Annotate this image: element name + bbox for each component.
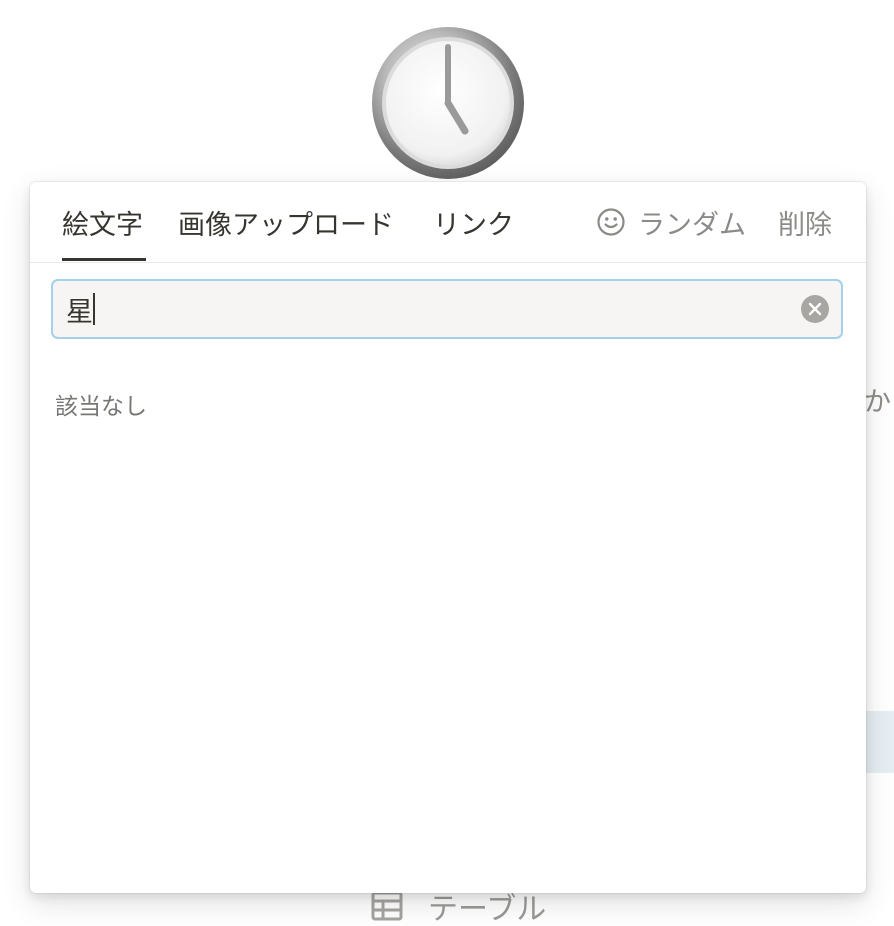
clock-icon[interactable] [370, 25, 526, 181]
background-partial-text: か [864, 387, 891, 418]
tab-emoji-label: 絵文字 [62, 209, 143, 241]
tab-upload-label: 画像アップロード [178, 209, 394, 241]
random-label: ランダム [638, 209, 746, 241]
smile-icon [596, 207, 626, 237]
tab-bar: 絵文字 画像アップロード リンク ランダム 削除 [30, 182, 866, 263]
tab-upload-image[interactable]: 画像アップロード [178, 182, 394, 262]
no-results-message: 該当なし [55, 394, 147, 420]
table-icon [370, 889, 404, 923]
emoji-search-box [53, 281, 841, 337]
tab-link[interactable]: リンク [433, 182, 514, 262]
icon-picker-popover: 絵文字 画像アップロード リンク ランダム 削除 星 該当なし [30, 182, 866, 893]
clear-search-button[interactable] [801, 295, 829, 323]
clear-circle-icon [801, 295, 829, 323]
active-tab-indicator [62, 258, 146, 261]
emoji-search-input[interactable] [66, 289, 786, 329]
remove-label: 削除 [778, 209, 832, 241]
tab-link-label: リンク [433, 209, 514, 241]
random-button[interactable]: ランダム [596, 182, 746, 262]
background-highlight [864, 711, 894, 773]
remove-button[interactable]: 削除 [778, 182, 832, 262]
tab-emoji[interactable]: 絵文字 [62, 182, 143, 262]
page: か テーブル 絵文字 画像アップロード リンク ランダム 削除 星 該当なし [0, 0, 894, 926]
text-caret [93, 293, 95, 325]
